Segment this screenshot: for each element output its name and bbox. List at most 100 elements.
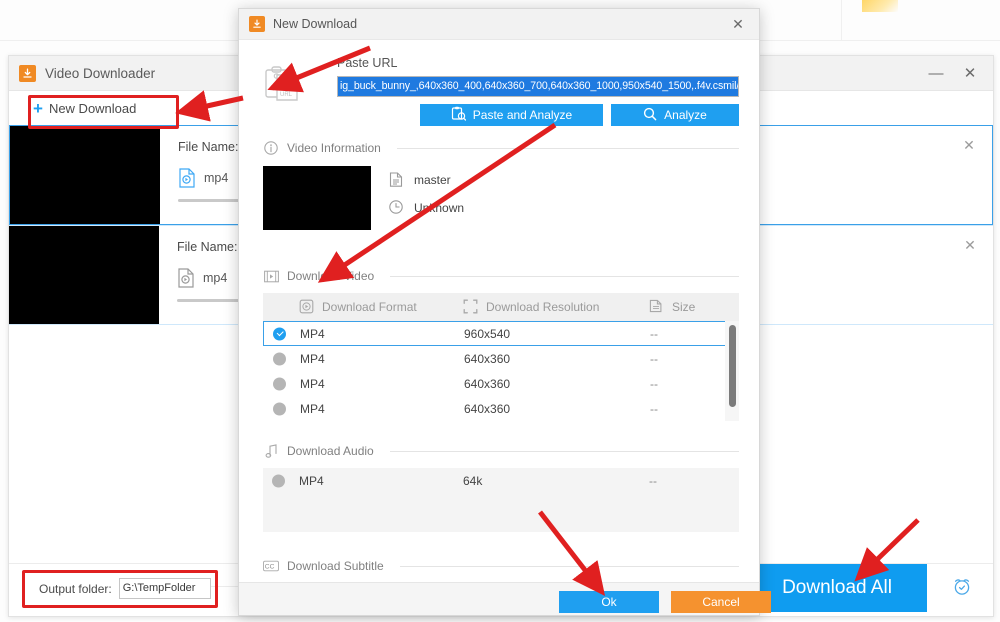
section-rule (390, 276, 739, 277)
music-note-icon (263, 443, 279, 459)
new-download-button[interactable]: + New Download (23, 95, 146, 121)
download-video-header: Download Video (263, 268, 739, 284)
app-logo-icon (19, 65, 36, 82)
video-resolution-cell: 960x540 (464, 327, 650, 341)
download-audio-section: Download Audio MP4 64k -- (263, 443, 739, 532)
resolution-crop-icon (463, 299, 479, 315)
video-row-radio[interactable] (273, 377, 286, 390)
video-format-row[interactable]: MP4 640x360 -- (263, 346, 739, 371)
video-formats-table: Download Format Download Resolution (263, 293, 739, 421)
item-close-button[interactable]: ✕ (961, 236, 979, 254)
minimize-button[interactable]: — (919, 58, 953, 88)
audio-bitrate-cell: 64k (463, 474, 649, 488)
download-all-button[interactable]: Download All (747, 564, 927, 612)
video-table-header: Download Format Download Resolution (263, 293, 739, 321)
video-format-row[interactable]: MP4 640x360 -- (263, 396, 739, 421)
main-window-controls: — ✕ (919, 56, 987, 90)
video-format-value: MP4 (300, 402, 325, 416)
video-row-radio[interactable] (273, 402, 286, 415)
audio-row-radio[interactable] (272, 475, 285, 488)
dialog-body: URL Paste URL ig_buck_bunny_,640x360_400… (239, 40, 759, 583)
video-format-row[interactable]: MP4 640x360 -- (263, 371, 739, 396)
paste-url-label: Paste URL (337, 56, 397, 70)
paste-and-analyze-label: Paste and Analyze (473, 108, 572, 122)
audio-size-cell: -- (649, 474, 739, 488)
clipboard-url-icon: URL (263, 65, 305, 105)
download-subtitle-header: CC Download Subtitle (263, 558, 739, 574)
ok-button[interactable]: Ok (559, 591, 659, 613)
alarm-clock-icon[interactable] (945, 572, 979, 600)
video-format-icon (299, 299, 315, 315)
item-thumbnail (10, 126, 160, 224)
section-rule (397, 148, 739, 149)
new-download-dialog: New Download ✕ URL Paste URL (238, 8, 760, 616)
item-format-label: mp4 (204, 171, 228, 185)
download-video-title: Download Video (287, 269, 374, 283)
column-download-format: Download Format (263, 299, 463, 315)
audio-formats-table: MP4 64k -- (263, 468, 739, 532)
dialog-logo-icon (249, 16, 265, 32)
column-size: Size (649, 299, 739, 315)
info-icon (263, 140, 279, 156)
download-subtitle-title: Download Subtitle (287, 559, 384, 573)
output-folder-group: Output folder: G:\TempFolder (39, 578, 211, 599)
plus-icon: + (33, 100, 43, 117)
video-duration-value: Unknown (414, 201, 464, 215)
background-top-vertical-line (841, 0, 842, 40)
video-title-value: master (414, 173, 451, 187)
url-input-value: ig_buck_bunny_,640x360_400,640x360_700,6… (338, 77, 738, 96)
cc-icon: CC (263, 558, 279, 574)
film-icon (263, 268, 279, 284)
section-rule (390, 451, 739, 452)
output-folder-label: Output folder: (39, 582, 112, 596)
mp4-file-icon (178, 168, 196, 188)
url-action-buttons: Paste and Analyze Analyze (420, 104, 739, 126)
dialog-title: New Download (273, 17, 357, 31)
video-format-value: MP4 (300, 377, 325, 391)
video-table-scrollbar[interactable] (729, 325, 736, 407)
output-folder-input[interactable]: G:\TempFolder (119, 578, 211, 599)
analyze-label: Analyze (664, 108, 707, 122)
section-rule (400, 566, 739, 567)
search-icon (643, 107, 657, 124)
video-information-header: Video Information (263, 140, 739, 156)
mp4-file-icon (177, 268, 195, 288)
main-window-title: Video Downloader (45, 66, 155, 81)
video-format-value: MP4 (300, 327, 325, 341)
video-row-radio[interactable] (273, 352, 286, 365)
video-information-section: Video Information master (263, 140, 739, 232)
item-thumbnail (9, 226, 159, 324)
download-audio-header: Download Audio (263, 443, 739, 459)
item-format-label: mp4 (203, 271, 227, 285)
new-download-label: New Download (49, 101, 136, 116)
video-information-content: master Unknown (263, 166, 739, 230)
video-format-cell: MP4 (264, 352, 464, 366)
video-row-radio-selected[interactable] (273, 327, 286, 340)
paste-url-section: URL Paste URL ig_buck_bunny_,640x360_400… (263, 56, 739, 130)
column-download-format-label: Download Format (322, 300, 417, 314)
download-video-section: Download Video Download Format (263, 268, 739, 421)
video-metadata: master Unknown (389, 166, 464, 230)
analyze-button[interactable]: Analyze (611, 104, 739, 126)
column-size-label: Size (672, 300, 695, 314)
video-resolution-cell: 640x360 (464, 352, 650, 366)
background-yellow-sliver (862, 0, 898, 12)
column-download-resolution: Download Resolution (463, 299, 649, 315)
clipboard-search-icon (451, 106, 466, 124)
close-window-button[interactable]: ✕ (953, 58, 987, 88)
cancel-button[interactable]: Cancel (671, 591, 771, 613)
screenshot-root: Video Downloader — ✕ + New Download File… (0, 0, 1000, 622)
video-thumbnail (263, 166, 371, 230)
paste-and-analyze-button[interactable]: Paste and Analyze (420, 104, 603, 126)
video-title-row: master (389, 172, 464, 188)
video-format-cell: MP4 (264, 377, 464, 391)
audio-format-row[interactable]: MP4 64k -- (263, 468, 739, 494)
video-resolution-cell: 640x360 (464, 402, 650, 416)
item-close-button[interactable]: ✕ (960, 136, 978, 154)
download-audio-title: Download Audio (287, 444, 374, 458)
url-input[interactable]: ig_buck_bunny_,640x360_400,640x360_700,6… (337, 76, 739, 97)
video-format-row[interactable]: MP4 960x540 -- (263, 321, 739, 346)
video-information-title: Video Information (287, 141, 381, 155)
dialog-close-button[interactable]: ✕ (723, 9, 753, 39)
file-size-icon (649, 299, 665, 315)
